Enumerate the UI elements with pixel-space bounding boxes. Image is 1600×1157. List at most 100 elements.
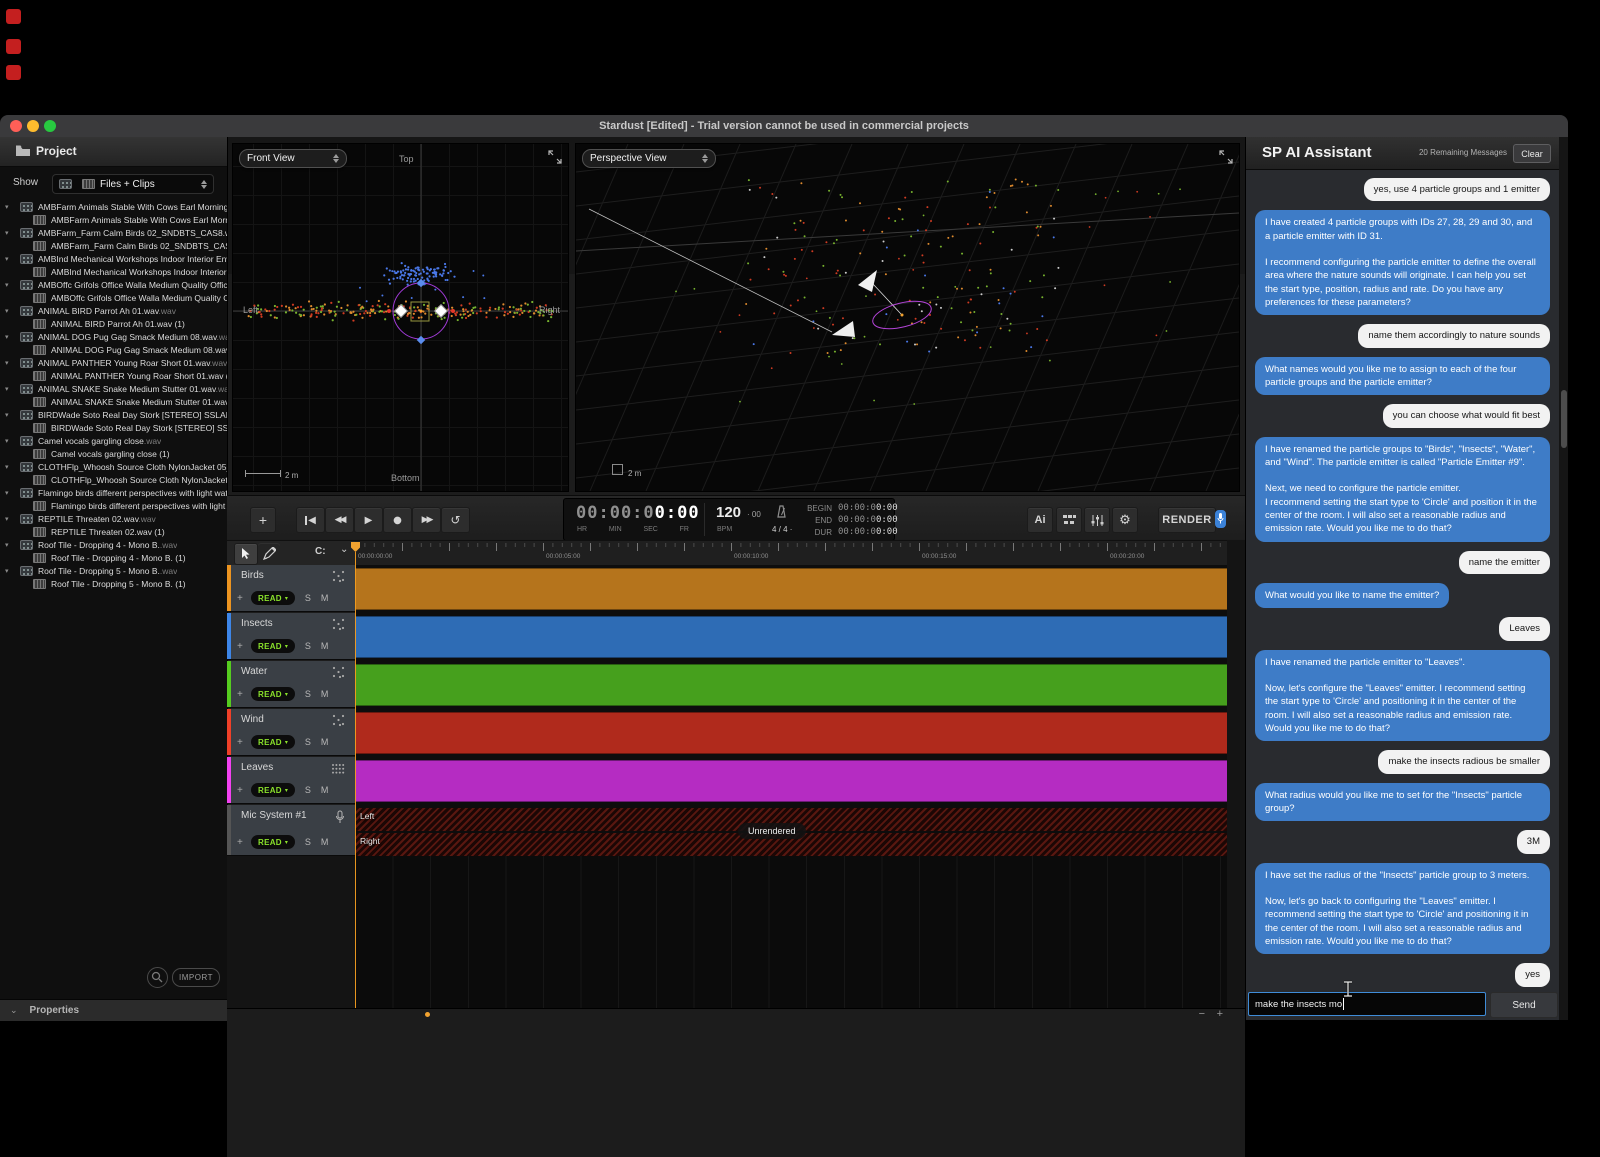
user-message[interactable]: yes, use 4 particle groups and 1 emitter [1364, 178, 1550, 201]
minimize-window-button[interactable] [27, 120, 39, 132]
play-button[interactable]: ▶ [354, 507, 383, 533]
automation-mode-button[interactable]: READ▾ [251, 835, 295, 849]
mute-button[interactable]: M [321, 737, 329, 747]
automation-mode-button[interactable]: READ▾ [251, 591, 295, 605]
user-message[interactable]: name them accordingly to nature sounds [1358, 324, 1550, 347]
assistant-message[interactable]: I have created 4 particle groups with ID… [1255, 210, 1550, 315]
track-header-mic[interactable]: Mic System #1 + READ▾ S M [227, 805, 355, 856]
timeline-ruler[interactable]: 00:00:00:0000:00:05:0000:00:10:0000:00:1… [355, 540, 1227, 566]
assistant-message[interactable]: What radius would you like me to set for… [1255, 783, 1550, 822]
arrow-tool-button[interactable] [234, 543, 258, 565]
automation-mode-button[interactable]: READ▾ [251, 687, 295, 701]
disclosure-icon[interactable]: ▾ [5, 307, 9, 315]
disclosure-icon[interactable]: ▾ [5, 333, 9, 341]
add-track-button[interactable]: + [250, 507, 276, 533]
mute-button[interactable]: M [321, 593, 329, 603]
assistant-message[interactable]: What names would you like me to assign t… [1255, 357, 1550, 396]
zoom-out-button[interactable]: − [1199, 1008, 1205, 1020]
file-row[interactable]: ▾ ANIMAL DOG Pug Gag Smack Medium 08.wav… [0, 330, 227, 343]
mute-button[interactable]: M [321, 837, 329, 847]
disclosure-icon[interactable]: ▾ [5, 567, 9, 575]
file-row[interactable]: ▾ AMBOffc Grifols Office Walla Medium Qu… [0, 278, 227, 291]
skip-start-button[interactable]: ◀ [296, 507, 325, 533]
send-button[interactable]: Send [1490, 992, 1558, 1018]
record-button[interactable]: ● [383, 507, 412, 533]
file-row[interactable]: ▾ CLOTHFlp_Whoosh Source Cloth NylonJack… [0, 460, 227, 473]
disclosure-icon[interactable]: ▾ [5, 203, 9, 211]
track-clip[interactable] [355, 664, 1227, 706]
file-child-row[interactable]: ANIMAL BIRD Parrot Ah 01.wav (1) [0, 317, 227, 330]
file-child-row[interactable]: ANIMAL DOG Pug Gag Smack Medium 08.wav (… [0, 343, 227, 356]
track-header[interactable]: Insects + READ▾ S M [227, 613, 355, 660]
add-automation-button[interactable]: + [237, 641, 251, 652]
desktop-icon[interactable] [6, 39, 21, 54]
audio-device-button[interactable] [1215, 510, 1226, 528]
file-row[interactable]: ▾ ANIMAL BIRD Parrot Ah 01.wav.wav [0, 304, 227, 317]
zoom-in-button[interactable]: + [1217, 1008, 1223, 1020]
file-row[interactable]: ▾ Roof Tile - Dropping 4 - Mono B..wav [0, 538, 227, 551]
add-automation-button[interactable]: + [237, 737, 251, 748]
render-button[interactable]: RENDER [1158, 507, 1216, 533]
file-child-row[interactable]: AMBFarm_Farm Calm Birds 02_SNDBTS_CAS8.w… [0, 239, 227, 252]
front-viewport[interactable]: Front View Top Left Right Bottom 2 m [232, 143, 569, 492]
perspective-view-selector[interactable]: Perspective View [582, 149, 716, 168]
solo-button[interactable]: S [305, 593, 311, 603]
track-clip[interactable] [355, 712, 1227, 754]
file-child-row[interactable]: ANIMAL SNAKE Snake Medium Stutter 01.wav… [0, 395, 227, 408]
file-row[interactable]: ▾ AMBFarm_Farm Calm Birds 02_SNDBTS_CAS8… [0, 226, 227, 239]
import-button[interactable]: IMPORT [172, 968, 220, 987]
track-clip[interactable] [355, 616, 1227, 658]
file-row[interactable]: ▾ REPTILE Threaten 02.wav.wav [0, 512, 227, 525]
mute-button[interactable]: M [321, 641, 329, 651]
file-row[interactable]: ▾ Camel vocals gargling close.wav [0, 434, 227, 447]
automation-mode-button[interactable]: READ▾ [251, 735, 295, 749]
track-header[interactable]: Water + READ▾ S M [227, 661, 355, 708]
solo-button[interactable]: S [305, 737, 311, 747]
chevron-down-icon[interactable]: ⌄ [340, 544, 348, 555]
solo-button[interactable]: S [305, 837, 311, 847]
disclosure-icon[interactable]: ▾ [5, 489, 9, 497]
timeline-scrollbar[interactable]: − + [227, 1008, 1245, 1021]
disclosure-icon[interactable]: ▾ [5, 359, 9, 367]
loop-button[interactable]: ↺ [441, 507, 470, 533]
meter-value[interactable]: 4 / 4 · [772, 525, 792, 534]
file-row[interactable]: ▾ Roof Tile - Dropping 5 - Mono B..wav [0, 564, 227, 577]
file-child-row[interactable]: Camel vocals gargling close (1) [0, 447, 227, 460]
add-automation-button[interactable]: + [237, 785, 251, 796]
user-message[interactable]: you can choose what would fit best [1383, 404, 1550, 427]
file-child-row[interactable]: Flamingo birds different perspectives wi… [0, 499, 227, 512]
disclosure-icon[interactable]: ▾ [5, 229, 9, 237]
user-message[interactable]: make the insects radious be smaller [1378, 750, 1550, 773]
particle-groups-button[interactable] [1056, 507, 1082, 533]
bpm-value[interactable]: 120 [716, 504, 741, 521]
file-child-row[interactable]: AMBFarm Animals Stable With Cows Earl Mo… [0, 213, 227, 226]
draw-tool-button[interactable] [258, 543, 280, 563]
add-automation-button[interactable]: + [237, 689, 251, 700]
track-header[interactable]: Leaves + READ▾ S M [227, 757, 355, 804]
add-automation-button[interactable]: + [237, 593, 251, 604]
zoom-window-button[interactable] [44, 120, 56, 132]
mixer-button[interactable] [1084, 507, 1110, 533]
file-row[interactable]: ▾ AMBFarm Animals Stable With Cows Earl … [0, 200, 227, 213]
clear-chat-button[interactable]: Clear [1513, 144, 1551, 163]
assistant-message[interactable]: I have renamed the particle groups to "B… [1255, 437, 1550, 542]
track-header[interactable]: Wind + READ▾ S M [227, 709, 355, 756]
file-child-row[interactable]: AMBInd Mechanical Workshops Indoor Inter… [0, 265, 227, 278]
disclosure-icon[interactable]: ▾ [5, 541, 9, 549]
user-message[interactable]: name the emitter [1459, 551, 1550, 574]
snap-mode-button[interactable]: C: [315, 546, 326, 557]
disclosure-icon[interactable]: ▾ [5, 411, 9, 419]
file-child-row[interactable]: Roof Tile - Dropping 4 - Mono B. (1) [0, 551, 227, 564]
file-row[interactable]: ▾ Flamingo birds different perspectives … [0, 486, 227, 499]
scrollbar-thumb[interactable] [1561, 390, 1567, 448]
empty-lane-area[interactable] [355, 856, 1227, 1008]
user-message[interactable]: Leaves [1499, 617, 1550, 640]
assistant-message[interactable]: What would you like to name the emitter? [1255, 583, 1449, 608]
file-child-row[interactable]: ANIMAL PANTHER Young Roar Short 01.wav (… [0, 369, 227, 382]
track-header[interactable]: Birds + READ▾ S M [227, 565, 355, 612]
expand-icon[interactable] [548, 150, 562, 164]
solo-button[interactable]: S [305, 641, 311, 651]
disclosure-icon[interactable]: ▾ [5, 515, 9, 523]
assistant-message[interactable]: I have set the radius of the "Insects" p… [1255, 863, 1550, 955]
rewind-button[interactable]: ◀◀ [325, 507, 354, 533]
